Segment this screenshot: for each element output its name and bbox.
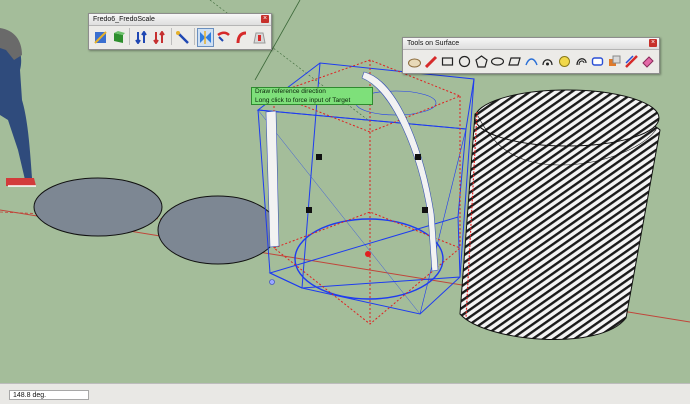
surface-ellipse-button[interactable] [489, 52, 506, 71]
surface-eraser-button[interactable] [406, 52, 423, 71]
taper-icon [253, 32, 267, 44]
surface-offset-icon [575, 58, 587, 66]
close-icon[interactable]: × [649, 39, 657, 47]
surface-parallelogram-button[interactable] [506, 52, 523, 71]
radial-bend-icon [217, 31, 230, 42]
surface-polygon-button[interactable] [473, 52, 490, 71]
radial-bend-button[interactable] [216, 28, 232, 47]
circle-face-1[interactable] [33, 177, 163, 237]
planar-shear-button[interactable] [151, 28, 167, 47]
circle-face-2[interactable] [157, 195, 279, 265]
tools-on-surface-toolbar[interactable]: Tools on Surface × [402, 37, 660, 74]
shear-button[interactable] [133, 28, 149, 47]
surface-arc-icon [524, 58, 538, 66]
surface-pencil-icon [424, 55, 437, 68]
surface-arc-button[interactable] [523, 52, 540, 71]
box-stretch-icon [113, 31, 125, 43]
surface-freehand-button[interactable] [556, 52, 573, 71]
surface-parallelogram-icon [508, 57, 521, 66]
stretch-button[interactable] [174, 28, 190, 47]
tooltip-line-2: Long click to force input of Target [255, 96, 351, 104]
tool-tooltip: Draw reference direction Long click to f… [251, 87, 373, 105]
bent-strip[interactable] [361, 71, 439, 272]
surface-eraser2-icon [642, 56, 654, 68]
surface-circle-button[interactable] [456, 52, 473, 71]
shear-icon [134, 31, 147, 44]
surface-polygon-icon [474, 55, 488, 68]
surface-circle-icon [458, 55, 470, 68]
toolbar-title: Fredo6_FredoScale [93, 16, 155, 23]
person-figure[interactable] [0, 28, 36, 187]
measurements-box[interactable]: 148.8 deg. [9, 390, 89, 400]
surface-freehand-icon [558, 56, 570, 67]
toolbar-title: Tools on Surface [407, 40, 460, 47]
surface-line-icon [624, 55, 638, 68]
planar-shear-icon [153, 31, 165, 44]
surface-rectangle-button[interactable] [439, 52, 456, 71]
surface-eraser2-button[interactable] [639, 52, 656, 71]
surface-make-face-button[interactable] [606, 52, 623, 71]
surface-rectangle-icon [442, 57, 454, 66]
surface-pencil-button[interactable] [423, 52, 440, 71]
scale-tool-icon [93, 31, 107, 44]
close-icon[interactable]: × [261, 15, 269, 23]
bend-icon [236, 31, 247, 44]
box-stretch-button[interactable] [110, 28, 126, 47]
toolbar-title-bar[interactable]: Fredo6_FredoScale × [89, 14, 271, 26]
surface-line-button[interactable] [623, 52, 640, 71]
toolbar-title-bar[interactable]: Tools on Surface × [403, 38, 659, 50]
scale-handles[interactable] [269, 154, 429, 285]
twist-button[interactable] [197, 28, 214, 47]
surface-protractor-button[interactable] [589, 52, 606, 71]
surface-protractor-icon [592, 57, 604, 66]
status-bar: 148.8 deg. [0, 383, 690, 404]
stretch-icon [175, 31, 189, 44]
twist-icon [199, 31, 211, 44]
surface-ellipse-icon [491, 57, 505, 66]
twisted-cylinder[interactable] [459, 89, 661, 341]
bend-button[interactable] [234, 28, 250, 47]
taper-button[interactable] [252, 28, 268, 47]
surface-make-face-icon [608, 55, 621, 66]
tooltip-line-1: Draw reference direction [255, 88, 326, 95]
fredoscale-toolbar[interactable]: Fredo6_FredoScale × [88, 13, 272, 50]
surface-eraser-icon [407, 58, 421, 68]
surface-offset-button[interactable] [573, 52, 590, 71]
scale-tool-button[interactable] [92, 28, 108, 47]
surface-text-button[interactable] [539, 52, 556, 71]
surface-text-icon [542, 59, 553, 66]
